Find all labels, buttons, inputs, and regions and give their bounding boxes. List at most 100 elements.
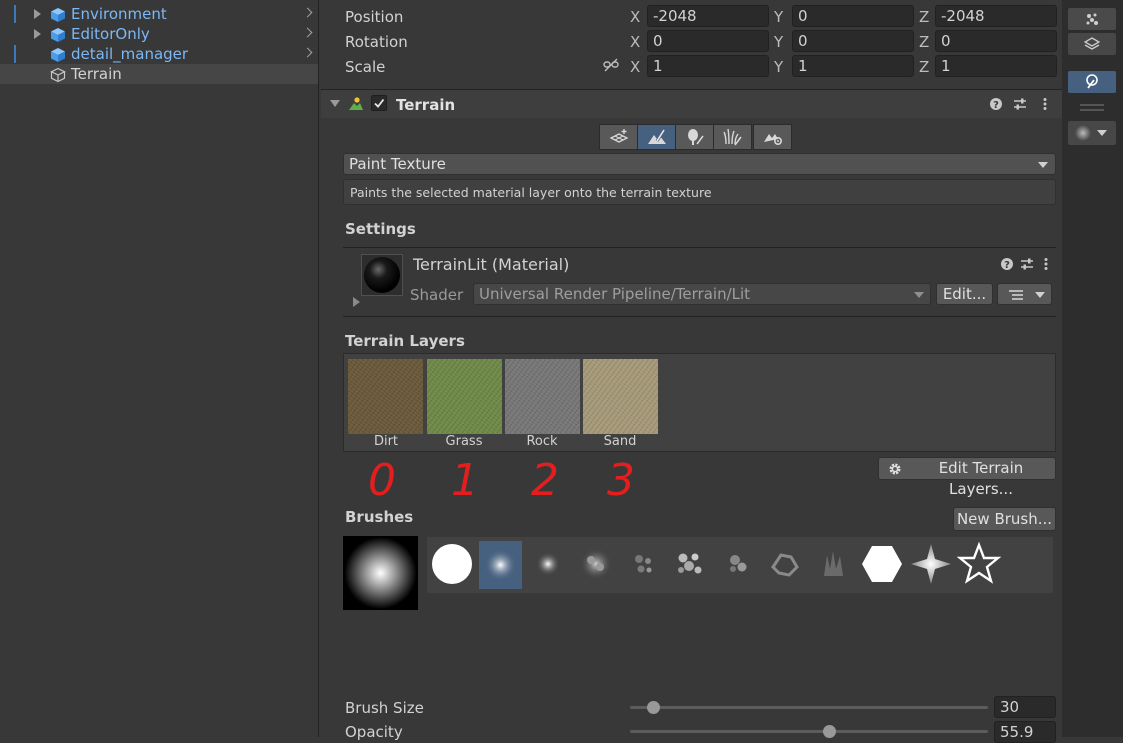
scale-y-field[interactable]: 1	[792, 55, 914, 77]
brush-noise-icon[interactable]	[621, 541, 667, 587]
shader-options-button[interactable]	[997, 283, 1052, 305]
brush-small-soft-icon[interactable]	[525, 541, 571, 587]
position-x-field[interactable]: -2048	[647, 5, 769, 27]
rotation-x-field[interactable]: 0	[647, 30, 769, 52]
material-preset-icon[interactable]	[1020, 257, 1034, 271]
brush-overlay-dropdown[interactable]	[1068, 121, 1116, 145]
tree-icon	[688, 129, 704, 145]
paint-terrain-tool[interactable]	[637, 124, 676, 150]
brush-sparkle-icon[interactable]	[908, 541, 954, 587]
scale-label: Scale	[345, 58, 386, 76]
scene-overlay-toolbar	[1062, 0, 1123, 737]
brush-hard-circle-icon[interactable]	[429, 541, 475, 587]
terrain-layer-dirt[interactable]	[348, 359, 423, 434]
expand-arrow-icon[interactable]	[34, 9, 41, 19]
opacity-slider-track[interactable]	[630, 725, 988, 738]
brush-size-slider-thumb[interactable]	[647, 701, 661, 714]
opacity-field[interactable]: 55.9	[994, 721, 1056, 743]
chevron-right-icon[interactable]	[302, 7, 313, 18]
terrain-layer-rock[interactable]	[505, 359, 580, 434]
hierarchy-item-environment[interactable]: Environment	[0, 4, 318, 24]
hierarchy-item-terrain[interactable]: Terrain	[0, 64, 318, 84]
rotation-y-field[interactable]: 0	[792, 30, 914, 52]
layer-name: Sand	[603, 434, 637, 449]
terrain-enabled-checkbox[interactable]	[371, 95, 387, 111]
rotation-z-field[interactable]: 0	[935, 30, 1057, 52]
paint-trees-tool[interactable]	[675, 124, 714, 150]
hierarchy-item-editoronly[interactable]: EditorOnly	[0, 24, 318, 44]
toolbar-button-active[interactable]	[1068, 71, 1116, 93]
shader-value: Universal Render Pipeline/Terrain/Lit	[479, 285, 751, 303]
terrain-paint-overlay-icon	[1086, 74, 1098, 89]
position-y-field[interactable]: 0	[792, 5, 914, 27]
brush-rocky-icon[interactable]	[715, 541, 761, 587]
paint-details-tool[interactable]	[713, 124, 752, 150]
terrain-settings-tool[interactable]	[753, 124, 792, 150]
create-neighbor-icon	[609, 129, 629, 143]
material-foldout-icon[interactable]	[353, 297, 360, 307]
layer-name: Dirt	[373, 434, 399, 449]
more-options-icon[interactable]	[1040, 97, 1050, 111]
foldout-arrow-icon[interactable]	[330, 100, 340, 107]
opacity-slider-thumb[interactable]	[823, 725, 837, 738]
hierarchy-item-detail-manager[interactable]: detail_manager	[0, 44, 318, 64]
chevron-right-icon[interactable]	[302, 47, 313, 58]
prefab-cube-icon	[51, 8, 65, 22]
layer-name: Rock	[526, 434, 558, 449]
prefab-cube-icon	[51, 28, 65, 42]
brush-soft-circle-selected[interactable]	[479, 541, 522, 589]
brush-star-icon[interactable]	[956, 541, 1002, 587]
axis-x-label: X	[630, 58, 641, 76]
material-help-icon[interactable]: ?	[1000, 257, 1014, 271]
terrain-layer-grass[interactable]	[427, 359, 502, 434]
brush-crack-icon[interactable]	[763, 541, 809, 587]
brush-size-label: Brush Size	[345, 699, 424, 717]
prefab-override-bar	[14, 5, 16, 23]
shader-label: Shader	[410, 286, 464, 304]
terrain-layer-sand[interactable]	[583, 359, 658, 434]
annotation-layer-index: 0	[368, 455, 396, 506]
scale-x-field[interactable]: 1	[647, 55, 769, 77]
chevron-right-icon[interactable]	[302, 27, 313, 38]
constrain-proportions-link-icon[interactable]	[603, 58, 619, 72]
position-z-field[interactable]: -2048	[935, 5, 1057, 27]
brush-cloud-icon[interactable]	[573, 541, 619, 587]
particles-icon	[1086, 13, 1098, 25]
create-neighbor-terrains-tool[interactable]	[599, 124, 638, 150]
new-brush-button[interactable]: New Brush...	[953, 507, 1056, 531]
toolbar-divider	[1080, 104, 1104, 106]
preset-icon[interactable]	[1013, 97, 1027, 111]
material-preview[interactable]	[361, 254, 403, 296]
svg-text:?: ?	[993, 100, 999, 111]
axis-z-label: Z	[919, 8, 930, 26]
brush-size-slider-track[interactable]	[630, 701, 988, 714]
sphere-preview-icon	[364, 257, 400, 293]
prefab-cube-icon	[51, 48, 65, 62]
axis-x-label: X	[630, 8, 641, 26]
toolbar-button[interactable]	[1068, 8, 1116, 30]
hierarchy-item-label: detail_manager	[71, 45, 189, 63]
grass-detail-icon	[723, 128, 742, 146]
list-icon	[1009, 290, 1023, 300]
edit-terrain-layers-button[interactable]: Edit Terrain Layers...	[878, 457, 1056, 498]
shader-dropdown[interactable]: Universal Render Pipeline/Terrain/Lit	[473, 283, 931, 305]
scale-z-field[interactable]: 1	[935, 55, 1057, 77]
terrain-mode-dropdown[interactable]: Paint Texture	[343, 153, 1056, 175]
annotation-layer-index: 3	[607, 455, 635, 506]
annotation-layer-index: 2	[531, 455, 559, 506]
brush-flame-icon[interactable]	[811, 541, 857, 587]
terrain-layers-heading: Terrain Layers	[345, 332, 465, 350]
brush-size-field[interactable]: 30	[994, 696, 1056, 718]
brushes-heading: Brushes	[345, 508, 414, 526]
brush-soft-circle-icon	[484, 549, 517, 581]
material-more-options-icon[interactable]	[1041, 257, 1051, 271]
brush-splatter-icon[interactable]	[667, 541, 713, 587]
help-icon[interactable]: ?	[989, 97, 1003, 111]
toolbar-button[interactable]	[1068, 33, 1116, 55]
hierarchy-panel: Environment EditorOnly detail_manager Te…	[0, 0, 319, 737]
material-name: TerrainLit (Material)	[413, 255, 570, 274]
expand-arrow-icon[interactable]	[34, 29, 41, 39]
rotation-label: Rotation	[345, 33, 408, 51]
brush-hexagon-icon[interactable]	[859, 541, 905, 587]
edit-shader-button[interactable]: Edit...	[936, 283, 993, 305]
